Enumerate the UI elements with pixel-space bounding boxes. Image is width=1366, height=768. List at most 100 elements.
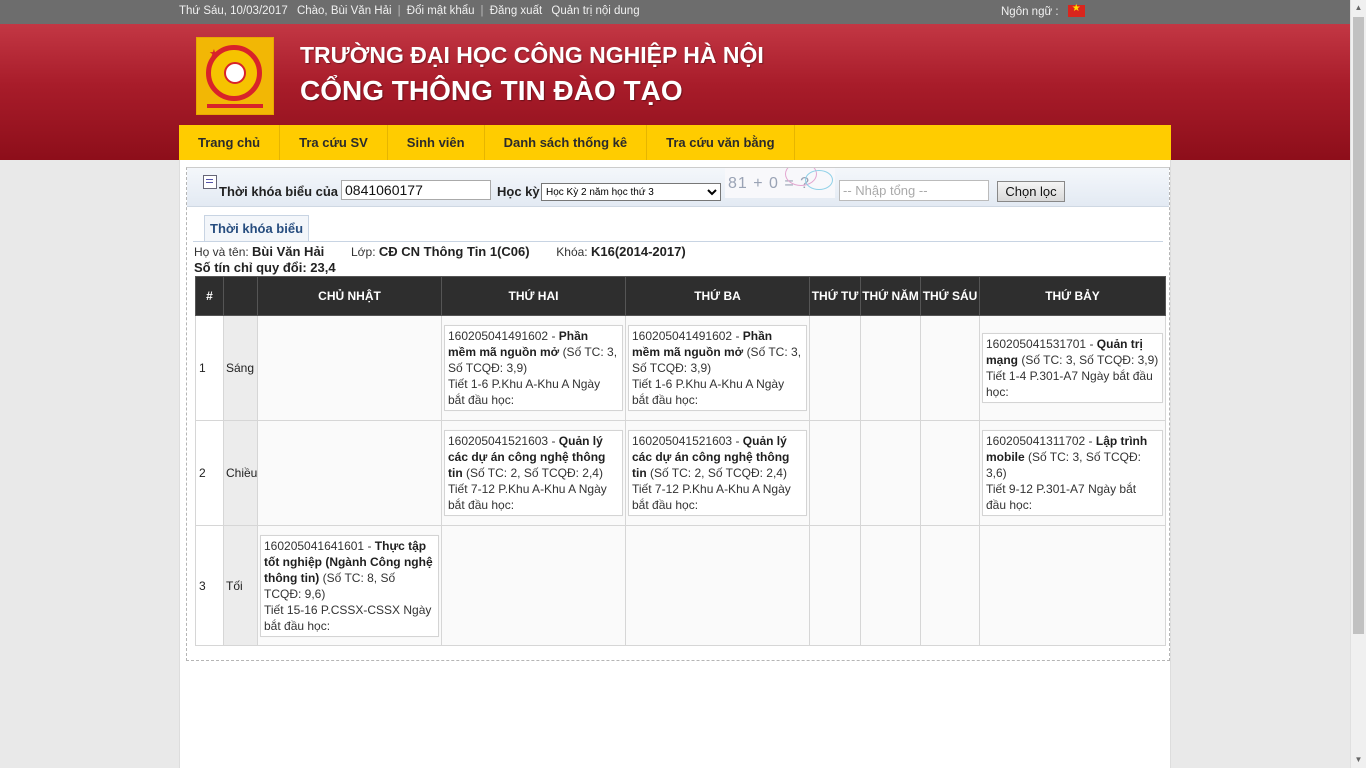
- scroll-thumb[interactable]: [1353, 17, 1364, 634]
- timetable-panel: Thời khóa biểu của Học kỳ Học Kỳ 2 năm h…: [186, 167, 1170, 661]
- table-row: 2 Chiều 160205041521603 - Quản lý các dự á…: [195, 420, 1166, 526]
- col-header-monday: THỨ HAI: [441, 276, 626, 316]
- day-cell: 160205041521603 - Quản lý các dự án công…: [441, 420, 626, 526]
- col-header-sunday: CHỦ NHẬT: [257, 276, 442, 316]
- credit-detail: (Số TC: 3, Số TCQĐ: 3,9): [1021, 353, 1159, 367]
- nav-students[interactable]: Sinh viên: [388, 125, 485, 160]
- university-logo[interactable]: ★: [196, 37, 274, 115]
- language-selector: Ngôn ngữ :: [1001, 3, 1085, 18]
- day-cell: [920, 315, 980, 421]
- tab-timetable[interactable]: Thời khóa biểu: [204, 215, 310, 241]
- student-id-input[interactable]: [341, 180, 491, 200]
- schedule-detail: Tiết 7-12 P.Khu A-Khu A Ngày bắt đầu học…: [448, 482, 607, 512]
- schedule-detail: Tiết 7-12 P.Khu A-Khu A Ngày bắt đầu học…: [632, 482, 791, 512]
- class-card[interactable]: 160205041521603 - Quản lý các dự án công…: [444, 430, 623, 516]
- day-cell: [860, 315, 921, 421]
- schedule-detail: Tiết 1-6 P.Khu A-Khu A Ngày bắt đầu học:: [448, 377, 601, 407]
- class-code: 160205041491602: [632, 329, 733, 343]
- day-cell: [920, 420, 980, 526]
- vietnam-flag-icon[interactable]: [1067, 3, 1085, 17]
- day-cell: [441, 525, 626, 646]
- credit-detail: (Số TC: 2, Số TCQĐ: 2,4): [650, 466, 787, 480]
- col-header-tuesday: THỨ BA: [625, 276, 810, 316]
- session-cell: Sáng: [223, 315, 258, 421]
- day-cell: [979, 525, 1166, 646]
- day-cell: 160205041491602 - Phần mềm mã nguồn mở (…: [625, 315, 810, 421]
- admin-link[interactable]: Quản trị nội dung: [551, 5, 639, 17]
- semester-select[interactable]: Học Kỳ 2 năm học thứ 3: [541, 183, 721, 201]
- language-label: Ngôn ngữ :: [1001, 6, 1059, 18]
- nav-student-lookup[interactable]: Tra cứu SV: [280, 125, 388, 160]
- logo-star-icon: ★: [209, 48, 219, 60]
- timetable-body: 1 Sáng 160205041491602 - Phần mềm mã nguồn…: [195, 315, 1166, 646]
- day-cell: 160205041311702 - Lập trình mobile (Số T…: [979, 420, 1166, 526]
- nav-statistics-list[interactable]: Danh sách thống kê: [485, 125, 648, 160]
- class-code: 160205041311702: [986, 434, 1086, 448]
- class-card[interactable]: 160205041521603 - Quản lý các dự án công…: [628, 430, 807, 516]
- day-cell: [860, 525, 921, 646]
- col-header-wednesday: THỨ TƯ: [809, 276, 861, 316]
- day-cell: [920, 525, 980, 646]
- class-card[interactable]: 160205041641601 - Thực tập tốt nghiệp (N…: [260, 534, 439, 637]
- day-cell: 160205041531701 - Quản trị mạng (Số TC: …: [979, 315, 1166, 421]
- logout-link[interactable]: Đăng xuất: [490, 5, 542, 17]
- day-cell: [625, 525, 810, 646]
- class-code: 160205041641601: [264, 538, 365, 553]
- scroll-down-icon[interactable]: ▼: [1351, 752, 1366, 768]
- class-code: 160205041521603: [448, 434, 549, 448]
- university-name: TRƯỜNG ĐẠI HỌC CÔNG NGHIỆP HÀ NỘI: [300, 42, 764, 68]
- session-cell: Chiều: [223, 420, 258, 526]
- class-card[interactable]: 160205041531701 - Quản trị mạng (Số TC: …: [982, 333, 1163, 403]
- logo-base: [207, 104, 263, 108]
- change-password-link[interactable]: Đổi mật khẩu: [407, 5, 475, 17]
- filter-bar: Thời khóa biểu của Học kỳ Học Kỳ 2 năm h…: [187, 168, 1169, 207]
- nav-diploma-lookup[interactable]: Tra cứu văn bằng: [647, 125, 795, 160]
- col-header-saturday: THỨ BẢY: [979, 276, 1166, 316]
- class-card[interactable]: 160205041491602 - Phần mềm mã nguồn mở (…: [628, 325, 807, 411]
- content-container: Thời khóa biểu của Học kỳ Học Kỳ 2 năm h…: [179, 160, 1171, 768]
- row-number: 3: [195, 525, 224, 646]
- class-code: 160205041521603: [632, 434, 733, 448]
- class-card[interactable]: 160205041311702 - Lập trình mobile (Số T…: [982, 430, 1163, 516]
- schedule-detail: Tiết 1-6 P.Khu A-Khu A Ngày bắt đầu học:: [632, 377, 785, 407]
- class-card[interactable]: 160205041491602 - Phần mềm mã nguồn mở (…: [444, 325, 623, 411]
- captcha-image: 81 + 0 = ?: [725, 168, 835, 198]
- schedule-detail: Tiết 15-16 P.CSSX-CSSX Ngày bắt đầu học:: [264, 602, 432, 633]
- student-info: Họ và tên: Bùi Văn Hải Lớp: CĐ CN Thông …: [194, 244, 686, 259]
- day-cell: 160205041641601 - Thực tập tốt nghiệp (N…: [257, 525, 442, 646]
- nav-home[interactable]: Trang chủ: [179, 125, 281, 160]
- page-scrollbar[interactable]: ▲ ▼: [1350, 0, 1366, 768]
- col-header-session: [223, 276, 258, 316]
- credit-detail: (Số TC: 2, Số TCQĐ: 2,4): [466, 466, 603, 480]
- scroll-up-icon[interactable]: ▲: [1351, 0, 1366, 16]
- timetable-of-label: Thời khóa biểu của: [219, 184, 339, 199]
- table-row: 3 Tối 160205041641601 - Thực tập tốt nghiệ…: [195, 525, 1166, 646]
- table-row: 1 Sáng 160205041491602 - Phần mềm mã nguồn…: [195, 315, 1166, 421]
- top-bar: Thứ Sáu, 10/03/2017 Chào, Bùi Văn Hải | Đ…: [0, 0, 1350, 24]
- class-code: 160205041531701: [986, 337, 1087, 351]
- day-cell: [257, 420, 442, 526]
- schedule-detail: Tiết 1-4 P.301-A7 Ngày bắt đầu học:: [986, 369, 1153, 399]
- captcha-input[interactable]: [839, 180, 989, 201]
- logo-atom-icon: [224, 62, 246, 84]
- filter-button[interactable]: Chọn lọc: [997, 181, 1065, 202]
- day-cell: 160205041521603 - Quản lý các dự án công…: [625, 420, 810, 526]
- student-name: Bùi Văn Hải: [252, 244, 325, 259]
- session-cell: Tối: [223, 525, 258, 646]
- converted-credits: Số tín chỉ quy đổi: 23,4: [194, 260, 336, 275]
- timetable-table: # CHỦ NHẬT THỨ HAI THỨ BA THỨ TƯ THỨ NĂM…: [195, 276, 1166, 646]
- day-cell: [809, 315, 861, 421]
- day-cell: [860, 420, 921, 526]
- greeting: Chào, Bùi Văn Hải: [296, 5, 392, 17]
- day-cell: 160205041491602 - Phần mềm mã nguồn mở (…: [441, 315, 626, 421]
- col-header-thursday: THỨ NĂM: [860, 276, 921, 316]
- top-bar-left: Thứ Sáu, 10/03/2017 Chào, Bùi Văn Hải | Đ…: [179, 5, 640, 17]
- student-course: K16(2014-2017): [590, 244, 686, 259]
- main-nav: Trang chủ Tra cứu SV Sinh viên Danh sách…: [179, 125, 1171, 160]
- name-label: Họ và tên:: [194, 245, 249, 259]
- col-header-index: #: [195, 276, 224, 316]
- row-number: 2: [195, 420, 224, 526]
- col-header-friday: THỨ SÁU: [920, 276, 980, 316]
- row-number: 1: [195, 315, 224, 421]
- calendar-list-icon: [203, 175, 217, 189]
